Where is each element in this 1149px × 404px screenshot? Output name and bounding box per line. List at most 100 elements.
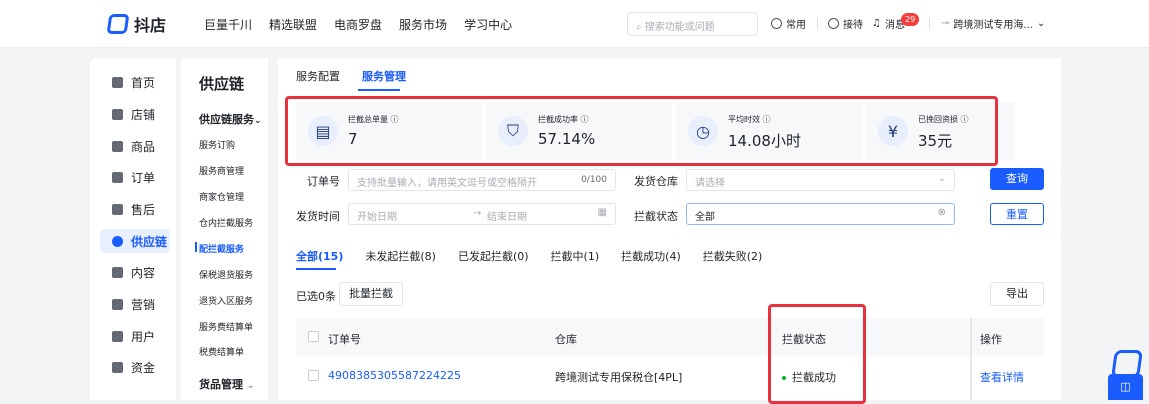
tab-service-config[interactable]: 服务配置 bbox=[296, 68, 340, 84]
sidebar-item-marketing[interactable]: 营销 bbox=[100, 292, 170, 316]
submenu-item[interactable]: 税费结算单 bbox=[199, 345, 244, 358]
topnav-item[interactable]: 服务市场 bbox=[399, 16, 447, 33]
sidebar-item-supply-chain[interactable]: 供应链 bbox=[100, 229, 170, 253]
submenu-item[interactable]: 服务商管理 bbox=[199, 164, 244, 177]
tab-service-manage[interactable]: 服务管理 bbox=[362, 68, 406, 84]
table-header: 订单号 仓库 拦截状态 操作 bbox=[296, 318, 1044, 356]
sidebar-label: 商品 bbox=[131, 139, 156, 154]
tab-initiated[interactable]: 已发起拦截(0) bbox=[458, 248, 529, 264]
search-placeholder: 搜索功能或问题 bbox=[644, 22, 715, 33]
submenu-item[interactable]: 退货入区服务 bbox=[199, 294, 253, 307]
order-placeholder: 支持批量输入，请用英文逗号或空格隔开 bbox=[357, 178, 537, 189]
query-button[interactable]: 查询 bbox=[990, 168, 1044, 190]
sidebar-label: 首页 bbox=[131, 75, 156, 90]
sidebar-label: 店铺 bbox=[131, 107, 156, 122]
home-icon bbox=[112, 76, 123, 88]
message-count-badge: 29 bbox=[901, 13, 920, 26]
submenu-item-active[interactable]: 配拦截服务 bbox=[199, 242, 244, 255]
submenu-item[interactable]: 服务费结算单 bbox=[199, 320, 253, 333]
export-button[interactable]: 导出 bbox=[990, 282, 1044, 306]
divider bbox=[929, 18, 930, 29]
order-link[interactable]: 4908385305587224225 bbox=[328, 369, 461, 382]
top-nav: 巨量千川 精选联盟 电商罗盘 服务市场 学习中心 bbox=[204, 16, 512, 33]
common-label: 常用 bbox=[786, 20, 806, 31]
chevron-down-icon: ⌄ bbox=[937, 173, 946, 184]
tab-all[interactable]: 全部(15) bbox=[296, 248, 343, 264]
topnav-item[interactable]: 电商罗盘 bbox=[334, 16, 382, 33]
submenu-group-goods[interactable]: 货品管理 ⌄ bbox=[199, 376, 254, 392]
sidebar-item-product[interactable]: 商品 bbox=[100, 134, 170, 158]
store-icon bbox=[112, 108, 123, 120]
shop-name: 跨境测试专用海... bbox=[953, 20, 1033, 31]
tab-in-progress[interactable]: 拦截中(1) bbox=[551, 248, 600, 264]
shop-switcher[interactable]: ⊸ 跨境测试专用海... ⌄ bbox=[941, 16, 1045, 31]
sidebar-item-user[interactable]: 用户 bbox=[100, 324, 170, 348]
submenu-group-label: 货品管理 bbox=[199, 378, 243, 391]
submenu-item[interactable]: 商家仓管理 bbox=[199, 190, 244, 203]
content-icon bbox=[112, 266, 123, 278]
select-all-checkbox[interactable] bbox=[308, 331, 319, 342]
page-tabs: 服务配置 服务管理 bbox=[296, 68, 406, 84]
submenu-group-supply-service[interactable]: 供应链服务⌄ bbox=[199, 111, 262, 127]
date-start: 开始日期 bbox=[357, 212, 397, 223]
tab-underline bbox=[358, 89, 400, 91]
topnav-item[interactable]: 学习中心 bbox=[464, 16, 512, 33]
clear-icon[interactable]: ⊗ bbox=[938, 207, 946, 218]
sidebar-item-store[interactable]: 店铺 bbox=[100, 102, 170, 126]
chevron-down-icon: ⌄ bbox=[246, 381, 255, 391]
order-icon bbox=[112, 171, 123, 183]
sidebar-item-content[interactable]: 内容 bbox=[100, 260, 170, 284]
date-range-picker[interactable]: 开始日期 → 结束日期 ▦ bbox=[348, 203, 616, 225]
reset-button[interactable]: 重置 bbox=[990, 203, 1044, 225]
tab-not-initiated[interactable]: 未发起拦截(8) bbox=[365, 248, 436, 264]
bulk-intercept-button[interactable]: 批量拦截 bbox=[339, 282, 403, 306]
sidebar-item-home[interactable]: 首页 bbox=[100, 70, 170, 94]
headset-icon bbox=[828, 18, 839, 29]
warehouse-select[interactable]: 请选择 ⌄ bbox=[686, 169, 955, 191]
status-select[interactable]: 全部 ⊗ bbox=[686, 203, 955, 225]
submenu-item[interactable]: 服务订购 bbox=[199, 138, 235, 151]
stats-highlight-box bbox=[285, 96, 998, 166]
date-separator: → bbox=[473, 208, 482, 219]
submenu-item[interactable]: 保税退货服务 bbox=[199, 268, 253, 281]
status-value: 全部 bbox=[695, 212, 715, 223]
product-icon bbox=[112, 140, 123, 152]
active-indicator bbox=[195, 242, 197, 252]
chevron-down-icon: ⌄ bbox=[254, 116, 262, 126]
main-sidebar: 首页 店铺 商品 订单 售后 供应链 内容 营销 用户 资金 bbox=[90, 58, 176, 400]
aftersale-icon bbox=[112, 203, 123, 215]
submenu-item[interactable]: 仓内拦截服务 bbox=[199, 216, 253, 229]
topnav-item[interactable]: 巨量千川 bbox=[204, 16, 252, 33]
service-label: 接待 bbox=[843, 20, 863, 31]
header-order: 订单号 bbox=[328, 333, 361, 346]
sub-menu: 供应链 供应链服务⌄ 服务订购 服务商管理 商家仓管理 仓内拦截服务 配拦截服务… bbox=[181, 58, 268, 400]
header-warehouse: 仓库 bbox=[555, 333, 577, 346]
submenu-title: 供应链 bbox=[199, 75, 245, 93]
topnav-item[interactable]: 精选联盟 bbox=[269, 16, 317, 33]
date-label: 发货时间 bbox=[296, 210, 340, 223]
order-label: 订单号 bbox=[307, 175, 340, 188]
clock-icon bbox=[771, 18, 782, 29]
order-number-input[interactable]: 支持批量输入，请用英文逗号或空格隔开 0/100 bbox=[348, 169, 616, 191]
status-tabs: 全部(15) 未发起拦截(8) 已发起拦截(0) 拦截中(1) 拦截成功(4) … bbox=[296, 248, 762, 264]
marketing-icon bbox=[112, 298, 123, 310]
sidebar-item-finance[interactable]: 资金 bbox=[100, 355, 170, 379]
tab-success[interactable]: 拦截成功(4) bbox=[621, 248, 681, 264]
sidebar-label: 内容 bbox=[131, 265, 156, 280]
brand-logo[interactable]: 抖店 bbox=[106, 12, 166, 36]
tab-failed[interactable]: 拦截失败(2) bbox=[703, 248, 763, 264]
row-checkbox[interactable] bbox=[308, 370, 319, 381]
assistant-button[interactable]: ◫ bbox=[1108, 374, 1143, 400]
common-button[interactable]: 常用 bbox=[771, 16, 806, 31]
sidebar-item-aftersale[interactable]: 售后 bbox=[100, 197, 170, 221]
view-details-link[interactable]: 查看详情 bbox=[980, 369, 1024, 385]
service-button[interactable]: 接待 bbox=[828, 16, 863, 31]
chevron-down-icon: ⌄ bbox=[1036, 18, 1046, 29]
user-icon bbox=[112, 330, 123, 342]
shop-avatar-icon: ⊸ bbox=[941, 18, 950, 29]
order-counter: 0/100 bbox=[581, 175, 607, 185]
search-input[interactable]: ⌕ 搜索功能或问题 bbox=[627, 12, 758, 36]
logo-icon bbox=[106, 14, 130, 34]
warehouse-label: 发货仓库 bbox=[634, 175, 678, 188]
sidebar-item-order[interactable]: 订单 bbox=[100, 165, 170, 189]
